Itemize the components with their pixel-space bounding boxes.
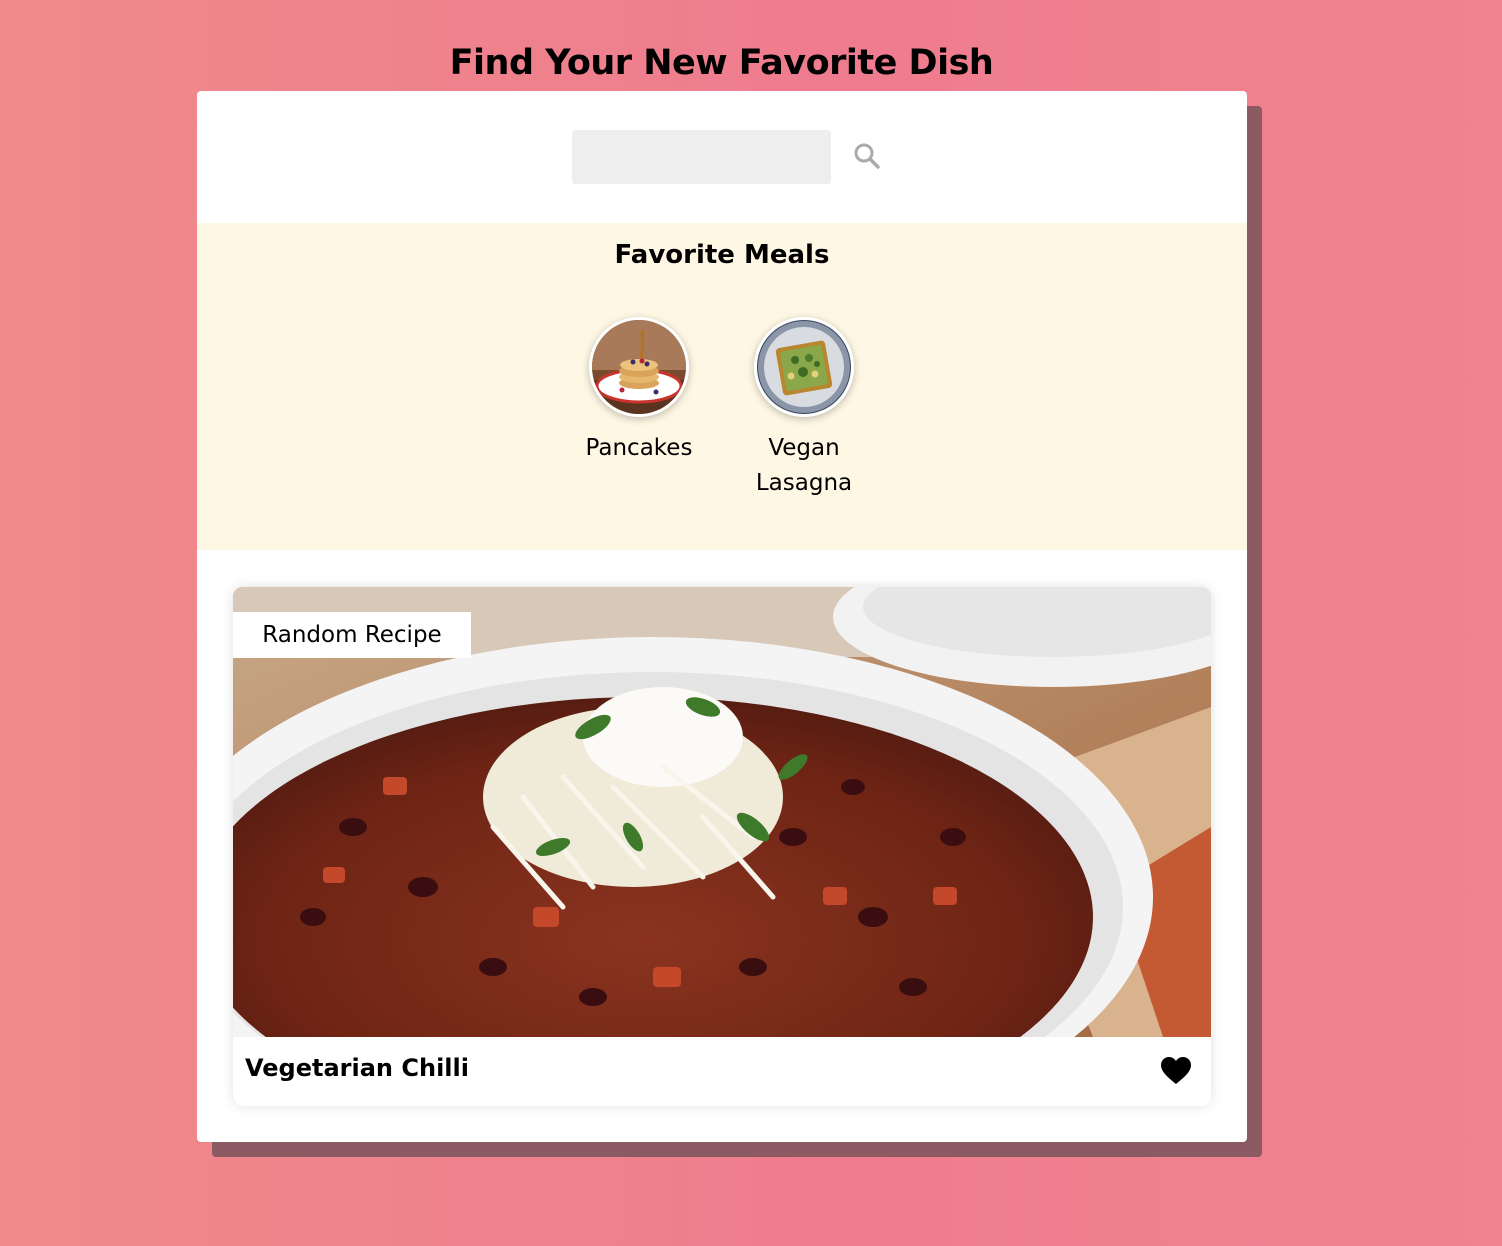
- meal-name: Vegetarian Chilli: [245, 1054, 469, 1082]
- search-input[interactable]: [572, 130, 831, 184]
- search-icon: [853, 142, 881, 173]
- favorite-item-label: Pancakes: [585, 435, 693, 461]
- random-meal-card: Random Recipe Vegetarian Chilli: [233, 587, 1211, 1106]
- search-button[interactable]: [849, 139, 885, 175]
- search-bar: [572, 130, 885, 184]
- meal-footer: Vegetarian Chilli: [233, 1037, 1211, 1106]
- favorite-item-label: Vegan Lasagna: [755, 435, 853, 496]
- vegan-lasagna-photo: [754, 317, 854, 417]
- random-recipe-badge: Random Recipe: [233, 612, 471, 658]
- favorite-item-pancakes[interactable]: Pancakes: [569, 317, 709, 466]
- pancakes-photo: [589, 317, 689, 417]
- heart-icon: [1160, 1057, 1192, 1089]
- favorite-button[interactable]: [1159, 1056, 1193, 1088]
- favorite-item-vegan-lasagna[interactable]: Vegan Lasagna: [734, 317, 874, 501]
- favorite-meals-section: Favorite Meals Pancakes Vegan Lasagna: [197, 223, 1247, 550]
- recipe-app-container: Favorite Meals Pancakes Vegan Lasagna Ra…: [197, 91, 1247, 1142]
- page-title: Find Your New Favorite Dish: [449, 43, 994, 83]
- favorite-meals-title: Favorite Meals: [614, 240, 830, 270]
